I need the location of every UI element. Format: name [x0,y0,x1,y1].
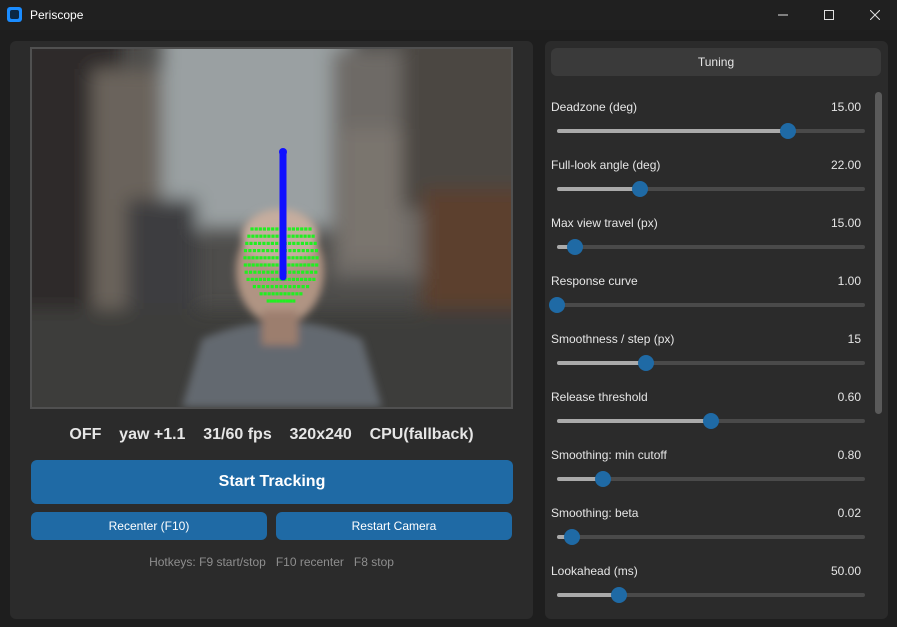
fps-readout: 31/60 fps [203,426,272,443]
slider-smoothing-min-cutoff[interactable] [557,471,865,487]
camera-preview-image [32,49,511,407]
slider-row-deadzone: Deadzone (deg) 15.00 [545,100,875,158]
tracking-status: OFF yaw +1.1 31/60 fps 320x240 CPU(fallb… [10,426,533,444]
slider-row-response-curve: Response curve 1.00 [545,274,875,332]
yaw-readout: yaw +1.1 [119,426,186,443]
slider-row-smoothness-step: Smoothness / step (px) 15 [545,332,875,390]
camera-panel: OFF yaw +1.1 31/60 fps 320x240 CPU(fallb… [10,41,533,619]
slider-smoothness-step[interactable] [557,355,865,371]
hotkeys-label: Hotkeys: [149,555,196,569]
slider-max-view-travel[interactable] [557,239,865,255]
slider-label-lookahead: Lookahead (ms) [551,564,638,578]
window-title: Periscope [30,8,84,22]
slider-row-release-threshold: Release threshold 0.60 [545,390,875,448]
slider-handle-lookahead[interactable] [611,587,627,603]
minimize-button[interactable] [760,0,806,30]
maximize-icon [824,10,834,20]
slider-handle-smoothing-beta[interactable] [564,529,580,545]
slider-value-smoothing-beta: 0.02 [837,506,861,520]
maximize-button[interactable] [806,0,852,30]
slider-label-full-look-angle: Full-look angle (deg) [551,158,661,172]
device-readout: CPU(fallback) [369,426,474,443]
slider-lookahead[interactable] [557,587,865,603]
slider-label-smoothness-step: Smoothness / step (px) [551,332,675,346]
minimize-icon [778,14,788,16]
slider-fill-lookahead [557,593,619,597]
slider-handle-deadzone[interactable] [780,123,796,139]
close-icon [870,10,880,20]
slider-full-look-angle[interactable] [557,181,865,197]
hotkey-start-stop: F9 start/stop [199,555,266,569]
slider-label-smoothing-min-cutoff: Smoothing: min cutoff [551,448,667,462]
hotkey-stop: F8 stop [353,555,394,569]
slider-value-smoothing-min-cutoff: 0.80 [837,448,861,462]
slider-row-smoothing-beta: Smoothing: beta 0.02 [545,506,875,564]
slider-row-full-look-angle: Full-look angle (deg) 22.00 [545,158,875,216]
slider-label-response-curve: Response curve [551,274,638,288]
resolution-readout: 320x240 [289,426,352,443]
tuning-header-button[interactable]: Tuning [551,48,881,76]
slider-value-release-threshold: 0.60 [837,390,861,404]
periscope-app-icon [7,7,22,22]
slider-handle-smoothing-min-cutoff[interactable] [595,471,611,487]
restart-camera-button[interactable]: Restart Camera [276,512,512,540]
camera-preview [30,47,513,409]
slider-value-lookahead: 50.00 [830,564,861,578]
slider-value-max-view-travel: 15.00 [830,216,861,230]
slider-handle-full-look-angle[interactable] [632,181,648,197]
slider-handle-response-curve[interactable] [549,297,565,313]
slider-value-smoothness-step: 15 [847,332,861,346]
slider-deadzone[interactable] [557,123,865,139]
slider-fill-release-threshold [557,419,711,423]
slider-label-deadzone: Deadzone (deg) [551,100,638,114]
slider-row-lookahead: Lookahead (ms) 50.00 [545,564,875,619]
slider-handle-release-threshold[interactable] [703,413,719,429]
close-button[interactable] [852,0,897,30]
recenter-button[interactable]: Recenter (F10) [31,512,267,540]
slider-handle-max-view-travel[interactable] [567,239,583,255]
slider-release-threshold[interactable] [557,413,865,429]
slider-row-smoothing-min-cutoff: Smoothing: min cutoff 0.80 [545,448,875,506]
slider-value-response-curve: 1.00 [837,274,861,288]
slider-value-deadzone: 15.00 [830,100,861,114]
tracking-state: OFF [69,426,102,443]
hotkeys-hint: Hotkeys: F9 start/stop F10 recenter F8 s… [10,555,533,569]
slider-fill-full-look-angle [557,187,640,191]
slider-smoothing-beta[interactable] [557,529,865,545]
slider-value-full-look-angle: 22.00 [830,158,861,172]
slider-fill-smoothness-step [557,361,646,365]
title-bar: Periscope [0,0,897,30]
hotkey-recenter: F10 recenter [275,555,344,569]
tuning-scrollbar[interactable] [875,92,882,414]
slider-fill-deadzone [557,129,788,133]
slider-label-max-view-travel: Max view travel (px) [551,216,658,230]
slider-label-smoothing-beta: Smoothing: beta [551,506,639,520]
slider-response-curve[interactable] [549,297,865,313]
slider-row-max-view-travel: Max view travel (px) 15.00 [545,216,875,274]
start-tracking-button[interactable]: Start Tracking [31,460,513,504]
tuning-panel: Tuning Deadzone (deg) 15.00 Full-look angl… [545,41,888,619]
slider-label-release-threshold: Release threshold [551,390,648,404]
slider-handle-smoothness-step[interactable] [638,355,654,371]
